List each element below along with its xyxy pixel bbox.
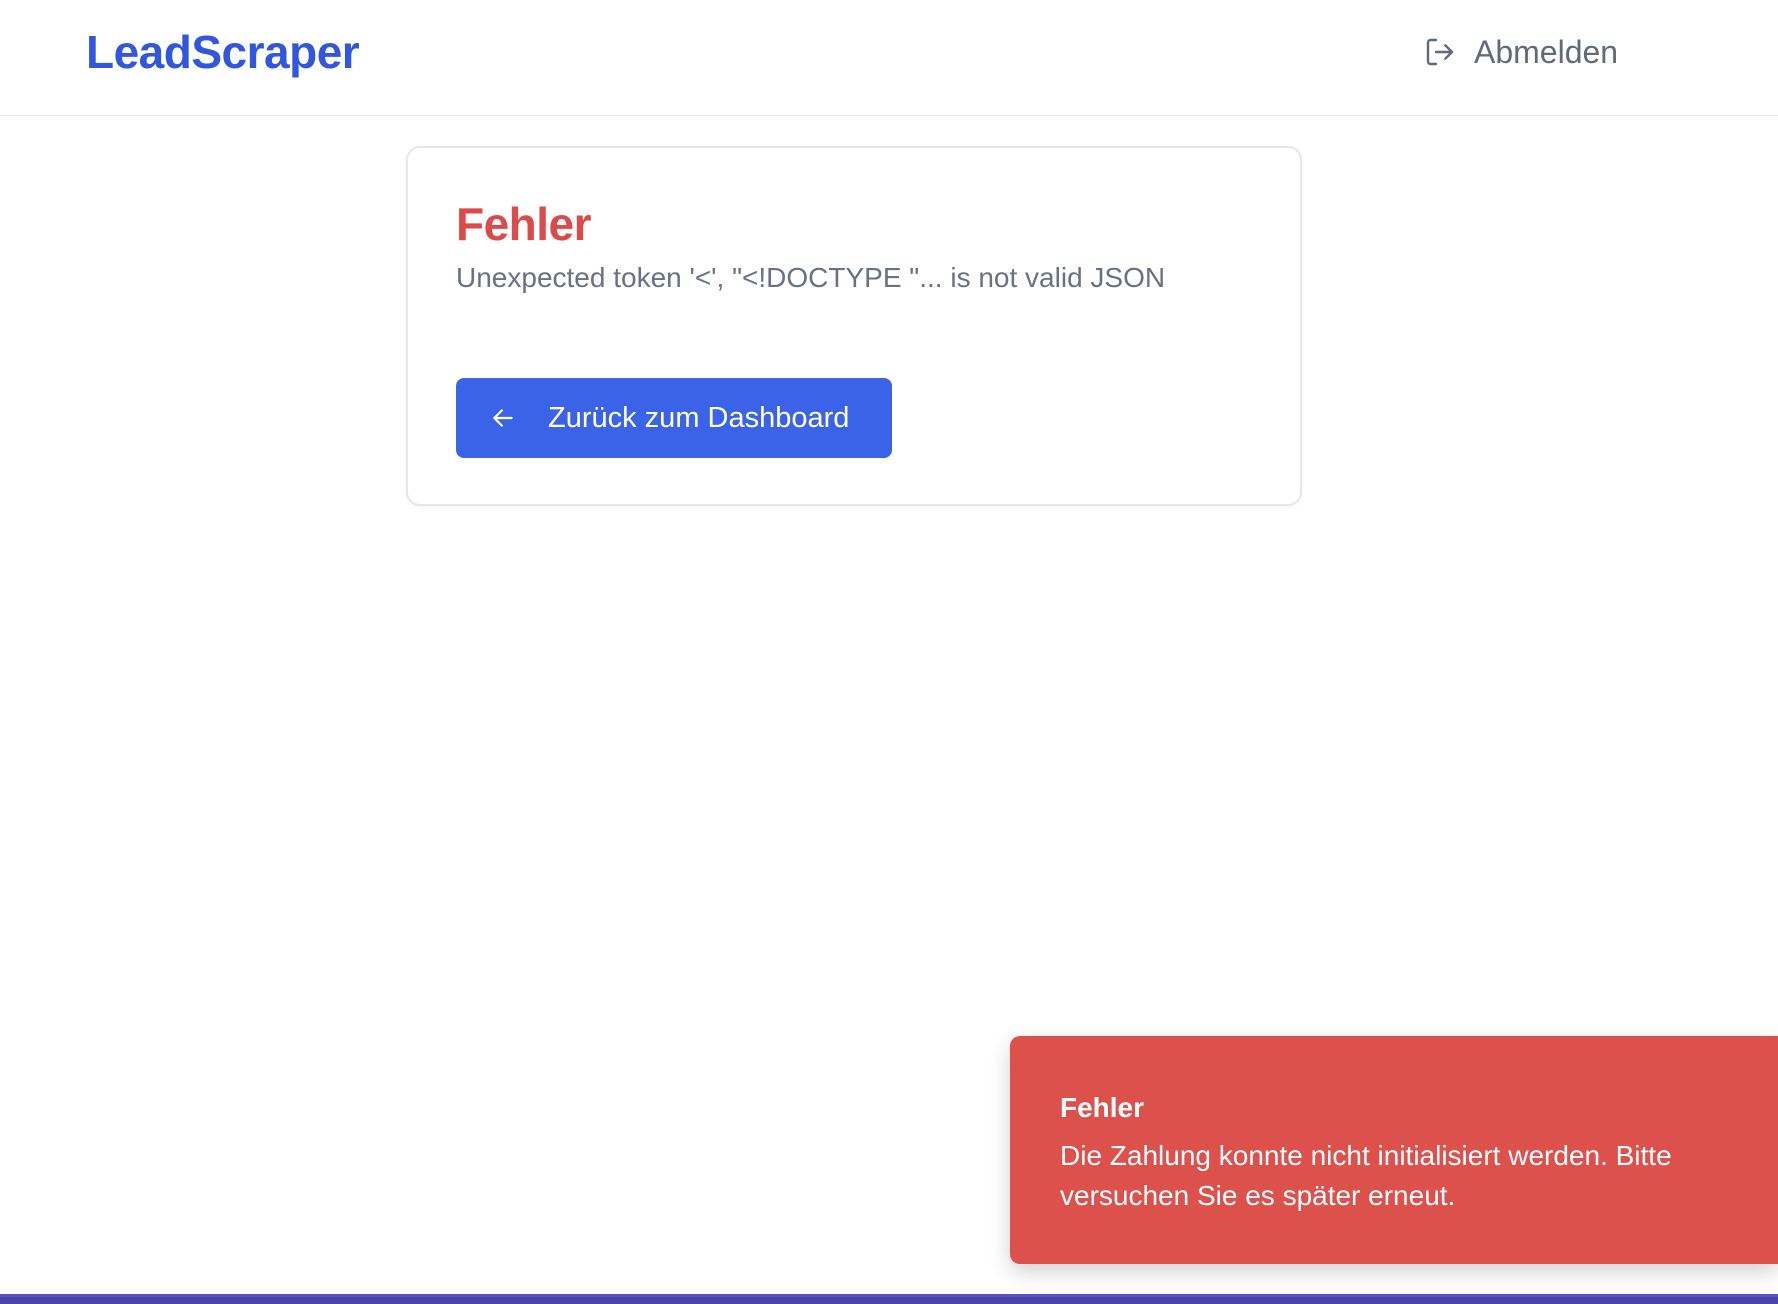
error-card: Fehler Unexpected token '<', "<!DOCTYPE … [406, 146, 1302, 506]
error-toast[interactable]: Fehler Die Zahlung konnte nicht initiali… [1010, 1036, 1778, 1264]
logout-icon [1424, 36, 1456, 68]
toast-title: Fehler [1060, 1092, 1145, 1123]
logout-label: Abmelden [1474, 33, 1619, 70]
toast-message: Die Zahlung konnte nicht initialisiert w… [1060, 1140, 1672, 1211]
error-message: Unexpected token '<', "<!DOCTYPE "... is… [456, 262, 1166, 293]
bottom-progress-bar [0, 1294, 1778, 1304]
top-header: LeadScraper Abmelden [0, 0, 1778, 116]
back-button-label: Zurück zum Dashboard [548, 401, 850, 434]
arrow-left-icon [490, 405, 516, 431]
logout-button[interactable]: Abmelden [1424, 30, 1618, 74]
back-to-dashboard-button[interactable]: Zurück zum Dashboard [456, 378, 892, 458]
brand-logo[interactable]: LeadScraper [86, 22, 360, 82]
error-title: Fehler [456, 198, 592, 250]
